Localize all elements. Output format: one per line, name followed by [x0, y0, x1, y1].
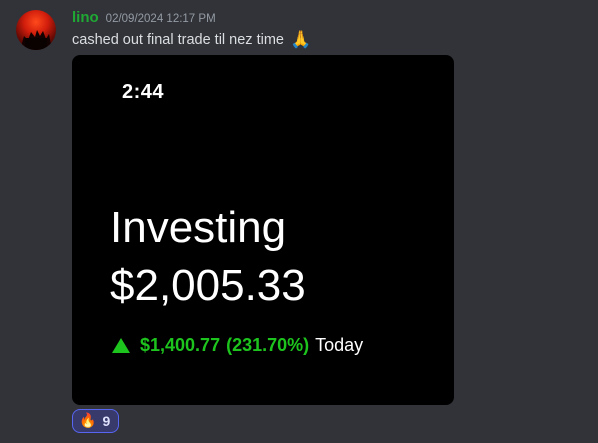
username[interactable]: lino — [72, 9, 99, 26]
timestamp: 02/09/2024 12:17 PM — [105, 13, 216, 25]
message-header: lino 02/09/2024 12:17 PM — [72, 9, 216, 29]
avatar[interactable] — [16, 10, 56, 50]
image-attachment[interactable]: 2:44 Investing $2,005.33 $1,400.77 (231.… — [72, 55, 454, 405]
daily-change: $1,400.77 (231.70%) Today — [112, 335, 363, 356]
praying-hands-icon: 🙏 — [289, 30, 312, 49]
chat-message: lino 02/09/2024 12:17 PM cashed out fina… — [0, 0, 598, 443]
avatar-image — [20, 30, 52, 50]
investing-label: Investing — [110, 203, 287, 252]
message-content: cashed out final trade til nez time 🙏 — [72, 30, 311, 50]
up-arrow-icon — [112, 338, 130, 353]
portfolio-value: $2,005.33 — [110, 261, 306, 310]
reaction-button[interactable]: 🔥 9 — [72, 409, 120, 433]
reaction-count: 9 — [102, 413, 111, 429]
message-text: cashed out final trade til nez time — [72, 32, 284, 48]
change-percent: (231.70%) — [226, 335, 310, 355]
fire-icon: 🔥 — [79, 413, 97, 429]
phone-clock: 2:44 — [122, 81, 165, 103]
change-amount: $1,400.77 — [140, 335, 221, 355]
change-period: Today — [315, 335, 364, 355]
